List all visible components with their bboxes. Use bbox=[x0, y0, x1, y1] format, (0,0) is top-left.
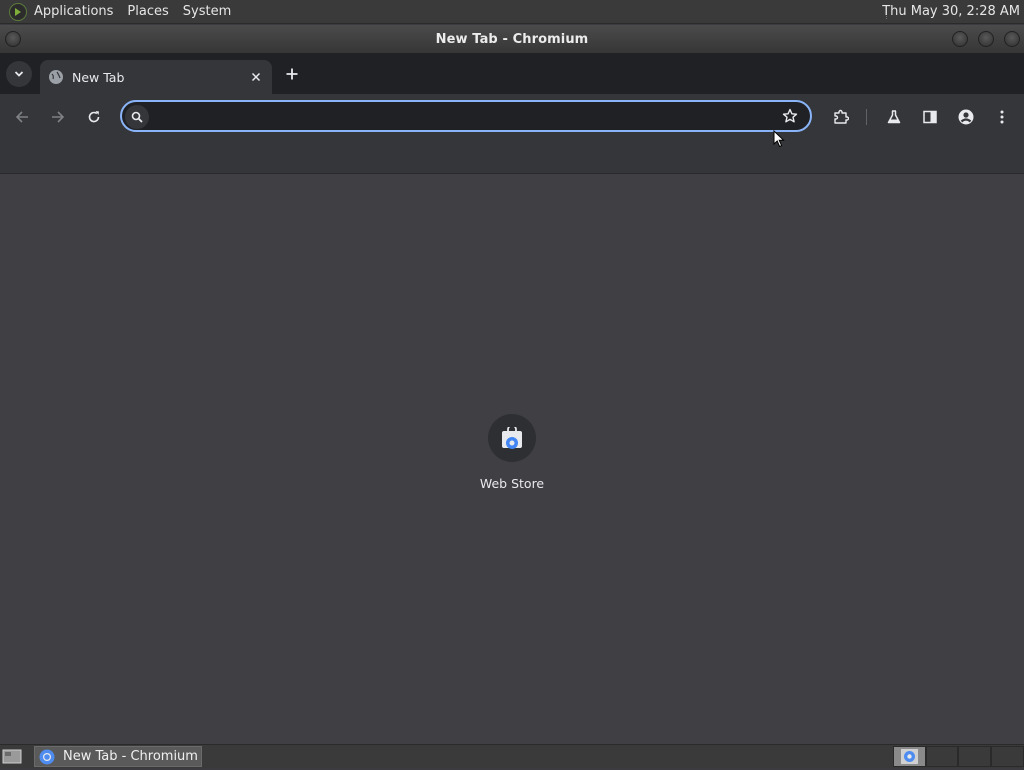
browser-toolbar bbox=[0, 94, 1024, 140]
globe-icon bbox=[49, 70, 63, 84]
back-button[interactable] bbox=[10, 105, 34, 129]
bottom-panel: New Tab - Chromium bbox=[0, 744, 1024, 768]
applications-menu[interactable]: Applications bbox=[27, 0, 120, 24]
clock[interactable]: Thu May 30, 2:28 AM bbox=[882, 0, 1020, 24]
distro-logo-icon[interactable] bbox=[9, 2, 27, 21]
web-store-icon bbox=[502, 427, 522, 449]
bookmarks-bar bbox=[0, 140, 1024, 174]
close-icon bbox=[251, 72, 261, 82]
forward-button[interactable] bbox=[46, 105, 70, 129]
taskbar-item-label: New Tab - Chromium bbox=[63, 749, 198, 764]
reload-icon bbox=[88, 111, 100, 123]
maximize-button[interactable] bbox=[978, 31, 994, 47]
workspace-2[interactable] bbox=[926, 746, 958, 767]
tab-strip: New Tab bbox=[0, 54, 1024, 94]
window-titlebar[interactable]: New Tab - Chromium bbox=[0, 25, 1024, 54]
tab-title: New Tab bbox=[72, 69, 125, 85]
arrow-left-icon bbox=[15, 111, 28, 123]
star-icon bbox=[782, 108, 798, 123]
shortcut-icon-container bbox=[488, 414, 536, 462]
side-panel-button[interactable] bbox=[918, 105, 942, 129]
profile-button[interactable] bbox=[954, 105, 978, 129]
taskbar-item-chromium[interactable]: New Tab - Chromium bbox=[34, 746, 202, 767]
workspace-1[interactable] bbox=[893, 746, 926, 767]
workspace-3[interactable] bbox=[958, 746, 991, 767]
shortcut-web-store[interactable]: Web Store bbox=[472, 414, 552, 491]
system-menu[interactable]: System bbox=[176, 0, 238, 24]
shortcut-label: Web Store bbox=[479, 476, 545, 491]
chromium-icon bbox=[901, 749, 918, 764]
toolbar-separator bbox=[866, 109, 867, 125]
close-tab-button[interactable] bbox=[246, 67, 266, 87]
new-tab-page: Web Store bbox=[0, 174, 1024, 744]
bookmark-star-button[interactable] bbox=[780, 106, 800, 126]
plus-icon bbox=[286, 68, 298, 80]
mouse-cursor-icon bbox=[773, 130, 785, 148]
avatar-icon bbox=[958, 109, 974, 125]
close-window-button[interactable] bbox=[1004, 31, 1020, 47]
reload-button[interactable] bbox=[82, 105, 106, 129]
top-panel: Applications Places System Thu May 30, 2… bbox=[0, 0, 1024, 24]
flask-icon bbox=[887, 110, 901, 124]
puzzle-icon bbox=[834, 109, 849, 124]
tab-new-tab[interactable]: New Tab bbox=[40, 60, 272, 94]
tab-search-button[interactable] bbox=[6, 61, 32, 87]
panel-menu: Applications Places System bbox=[0, 0, 238, 24]
side-panel-icon bbox=[923, 110, 937, 124]
window-menu-button[interactable] bbox=[5, 31, 21, 47]
labs-button[interactable] bbox=[882, 105, 906, 129]
more-vertical-icon bbox=[1000, 110, 1004, 124]
places-menu[interactable]: Places bbox=[120, 0, 175, 24]
show-desktop-icon[interactable] bbox=[2, 748, 22, 765]
address-input[interactable] bbox=[156, 102, 770, 132]
arrow-right-icon bbox=[52, 111, 65, 123]
workspace-4[interactable] bbox=[991, 746, 1024, 767]
new-tab-button[interactable] bbox=[281, 63, 303, 85]
minimize-button[interactable] bbox=[952, 31, 968, 47]
chromium-icon bbox=[39, 749, 55, 764]
chevron-down-icon bbox=[14, 71, 24, 77]
search-icon bbox=[125, 105, 149, 129]
address-bar[interactable] bbox=[120, 100, 812, 132]
window-title: New Tab - Chromium bbox=[435, 31, 589, 47]
browser-menu-button[interactable] bbox=[990, 105, 1014, 129]
extensions-button[interactable] bbox=[829, 105, 853, 129]
